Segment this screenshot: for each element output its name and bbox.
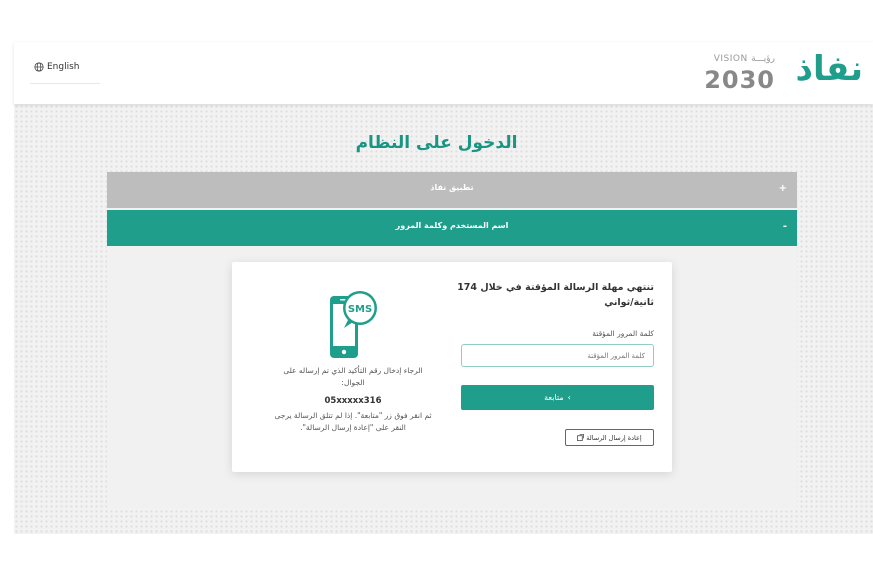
masked-phone-number: 05xxxxx316 [324,396,382,406]
accordion-nafath-app[interactable]: تطبيق نفاذ + [107,172,797,208]
sms-phone-icon: SMS [330,291,377,358]
language-label[interactable]: English [47,62,80,72]
accordion-nafath-app-label: تطبيق نفاذ [430,183,474,192]
otp-instruction-text: الرجاء إدخال رقم التأكيد الذي تم إرساله … [283,366,423,387]
nafath-logo[interactable]: نفاذ [796,52,863,86]
vision-logo-year: 2030 [704,66,775,94]
language-divider [30,83,100,84]
otp-timer-text: تنتهي مهلة الرسالة المؤقتة في خلال 174 ث… [457,282,654,308]
collapse-icon: - [782,221,787,232]
sms-badge-text: SMS [348,304,372,315]
top-header: English VISION رؤيـــة 2030 نفاذ [14,42,873,104]
language-switch-link[interactable]: English [34,62,80,72]
resend-button-label: إعادة إرسال الرسالة [586,433,642,442]
continue-button-label: متابعة [544,393,564,402]
globe-icon [34,62,44,72]
page: English VISION رؤيـــة 2030 نفاذ الدخول … [0,0,873,564]
page-title: الدخول على النظام [355,133,518,153]
continue-button[interactable]: › متابعة [461,385,654,410]
vision-logo-caption: VISION رؤيـــة [713,54,775,64]
accordion-username-password-label: اسم المستخدم وكلمة المرور [395,221,509,230]
temp-password-input[interactable] [461,344,654,367]
resend-message-button[interactable]: إعادة إرسال الرسالة [565,429,654,446]
otp-help-text: ثم انقر فوق زر "متابعة". إذا لم تتلق الر… [274,411,432,432]
resend-icon [577,434,585,441]
otp-instructions: الرجاء إدخال رقم التأكيد الذي تم إرساله … [272,365,434,434]
expand-icon: + [778,183,787,194]
temp-password-label: كلمة المرور المؤقتة [592,329,654,338]
vision-2030-logo: VISION رؤيـــة 2030 [695,54,775,94]
chevron-left-icon: › [567,393,571,402]
otp-card: تنتهي مهلة الرسالة المؤقتة في خلال 174 ث… [232,262,672,472]
accordion-username-password[interactable]: اسم المستخدم وكلمة المرور - [107,210,797,246]
